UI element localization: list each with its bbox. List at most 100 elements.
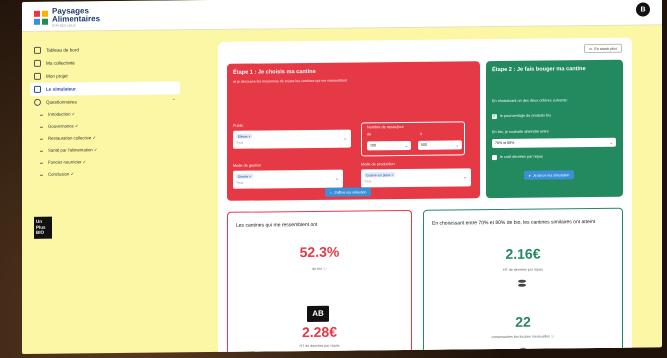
chevron-down-icon: ⌄ [455, 142, 459, 148]
book-icon: ▭ [589, 46, 593, 51]
affiner-selection-button[interactable]: ⌕ J'affine ma sélection [325, 187, 372, 197]
repas-label: Nombre de repas/jour [367, 125, 404, 130]
user-avatar[interactable]: B [636, 2, 650, 17]
sidebar-item-label: Le simulateur [46, 86, 76, 92]
badge-line: BIO [36, 229, 45, 235]
play-icon: ▸ [529, 173, 531, 178]
production-placeholder: Tous [364, 179, 372, 184]
repas-min-value: 100 [370, 143, 376, 148]
sidebar-subitem-label: Santé par l'alimentation ✓ [48, 147, 98, 153]
de-label: de [367, 132, 372, 137]
search-icon: ⌕ [330, 190, 333, 195]
coins-icon [315, 351, 327, 354]
chevron-down-icon: ⌄ [609, 139, 613, 145]
sim-cost-value: 2.16€ [505, 245, 541, 262]
gestion-placeholder: Tous [236, 180, 244, 185]
chevron-down-icon: ⌄ [335, 175, 339, 181]
lancer-simulation-button[interactable]: ▸ Je lance ma simulation [524, 170, 575, 180]
calculator-icon [34, 85, 41, 93]
home-icon [34, 46, 41, 54]
dash-icon [40, 126, 43, 128]
repas-min-select[interactable]: 100 ⌄ [367, 140, 411, 151]
bio-option-label: le pourcentage de produits bio [500, 113, 552, 118]
chevron-down-icon: ⌄ [463, 174, 467, 180]
ab-logo-icon: AB [307, 305, 329, 323]
similar-cantines-card: Les cantines qui me ressemblent ont 52.3… [227, 209, 412, 354]
dash-icon [40, 174, 43, 176]
clipboard-icon [34, 98, 41, 106]
app-logo[interactable]: Paysages Alimentaires ÉTAT DES LIEUX [34, 6, 101, 28]
en-savoir-plus-label: En savoir plus [594, 46, 617, 51]
production-tag[interactable]: Cuisine sur place × [364, 172, 396, 178]
cout-option-label: le coût denrées par repas [500, 154, 544, 159]
repas-range-group: Nombre de repas/jour de à 100 ⌄ 500 ⌄ [361, 121, 465, 157]
background: Paysages Alimentaires ÉTAT DES LIEUX B T… [0, 0, 667, 358]
public-tag[interactable]: Elèves × [236, 133, 253, 139]
sidebar-item-label: Questionnaires [46, 99, 77, 105]
dash-icon [40, 150, 43, 152]
chevron-up-icon[interactable]: ⌃ [172, 98, 176, 104]
top-header: Paysages Alimentaires ÉTAT DES LIEUX B [22, 0, 662, 32]
sidebar-item-label: Tableau de bord [46, 47, 79, 53]
logo-line2: Alimentaires [52, 14, 101, 24]
cout-checkbox[interactable] [492, 155, 497, 161]
sidebar: Tableau de bord Ma collectivité Mon proj… [30, 42, 180, 181]
un-plus-bio-logo: Un Plus BIO [34, 216, 52, 239]
repas-max-select[interactable]: 500 ⌄ [418, 140, 462, 150]
bio-range-value: 70% et 80% [495, 140, 515, 146]
gestion-label: Mode de gestion [233, 163, 262, 168]
sidebar-subitem-conclusion[interactable]: Conclusion ✓ [30, 167, 180, 181]
sidebar-subitem-label: Foncier nourricier ✓ [48, 159, 87, 165]
cost-caption: HT de denrées par repas [299, 343, 340, 349]
public-label: Public [233, 123, 244, 128]
sidebar-subitem-label: Restauration collective ✓ [48, 135, 97, 141]
sidebar-subitem-label: Gouvernance ✓ [48, 123, 79, 129]
logo-mark-icon [34, 10, 48, 25]
chevron-down-icon: ⌄ [343, 135, 347, 141]
affiner-label: J'affine ma sélection [334, 189, 367, 195]
etape1-panel: Étape 1 : Je choisis ma cantine et je dé… [227, 61, 480, 201]
sim-cost-caption: HT de denrées par repas [503, 267, 543, 272]
coins-icon [518, 279, 530, 290]
bio-locales-count: 22 [515, 313, 531, 330]
etape2-intro: En choisissant un des deux critères suiv… [492, 98, 568, 104]
bio-checkbox[interactable] [492, 114, 497, 120]
building-icon [34, 59, 41, 67]
simulation-result-card: En choisissant entre 70% et 80% de bio, … [423, 207, 623, 354]
public-placeholder: Tous [236, 140, 244, 145]
etape2-panel: Étape 2 : Je fais bouger ma cantine En c… [486, 59, 623, 199]
etape1-subtitle: et je découvre les moyennes de toutes le… [233, 78, 347, 84]
a-label: à [420, 131, 423, 136]
pct-bio-value: 52.3% [299, 243, 340, 261]
pct-bio-caption: de bio ⓘ [312, 266, 327, 271]
sidebar-subitem-label: Introduction ✓ [48, 111, 76, 117]
logo-subtitle: ÉTAT DES LIEUX [52, 23, 76, 28]
production-select[interactable]: Cuisine sur place × Tous ⌄ [361, 168, 471, 188]
en-savoir-plus-button[interactable]: ▭ En savoir plus [584, 43, 622, 54]
main-panel: ▭ En savoir plus Étape 1 : Je choisis ma… [218, 37, 632, 354]
gestion-select[interactable]: Directe × Tous ⌄ [233, 169, 343, 189]
cost-value: 2.28€ [301, 323, 338, 341]
dash-icon [40, 162, 43, 164]
bio-range-select[interactable]: 70% et 80% ⌄ [492, 137, 616, 149]
bio-range-label: En bio, je souhaite atteindre entre [492, 129, 549, 135]
repas-max-value: 500 [421, 142, 427, 147]
card-right-title: En choisissant entre 70% et 80% de bio, … [432, 218, 596, 227]
production-label: Mode de production [361, 162, 395, 167]
dash-icon [40, 138, 43, 140]
simulation-label: Je lance ma simulation [532, 172, 570, 178]
app-screen: Paysages Alimentaires ÉTAT DES LIEUX B T… [22, 0, 662, 354]
sidebar-item-label: Ma collectivité [46, 60, 75, 66]
dash-icon [40, 114, 43, 116]
chevron-down-icon: ⌄ [404, 142, 408, 148]
etape2-title: Étape 2 : Je fais bouger ma cantine [492, 66, 586, 74]
etape1-title: Étape 1 : Je choisis ma cantine [233, 68, 316, 76]
sidebar-item-label: Mon projet [46, 73, 68, 79]
folder-icon [34, 72, 41, 80]
card-left-title: Les cantines qui me ressemblent ont [236, 221, 318, 229]
public-select[interactable]: Elèves × Tous ⌄ [233, 129, 351, 149]
sidebar-subitem-label: Conclusion ✓ [48, 171, 75, 177]
bio-locales-caption: composantes bio locales mensuelles ⓘ [491, 334, 555, 340]
gestion-tag[interactable]: Directe × [236, 173, 253, 179]
basket-icon [516, 347, 530, 354]
